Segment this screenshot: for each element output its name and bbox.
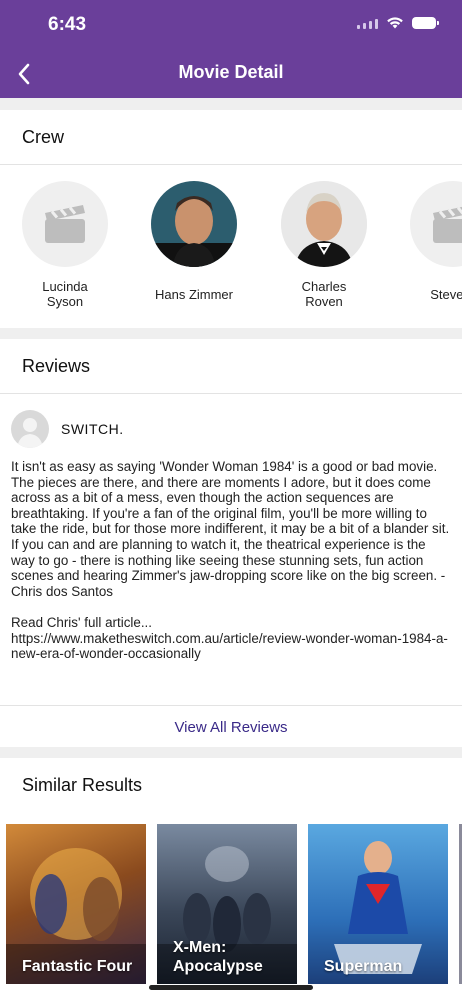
crew-name: Lucinda Syson bbox=[42, 279, 88, 309]
status-icons bbox=[357, 16, 439, 29]
crew-name: Hans Zimmer bbox=[154, 287, 233, 302]
clapperboard-icon bbox=[45, 205, 85, 243]
similar-title: Superman bbox=[324, 958, 403, 975]
reviews-section: Reviews SWITCH. It isn't as easy as sayi… bbox=[0, 339, 462, 747]
similar-poster[interactable]: Fantastic Four bbox=[6, 824, 146, 984]
reviews-heading: Reviews bbox=[0, 339, 462, 394]
crew-member[interactable]: Hans Zimmer bbox=[136, 181, 252, 302]
page-title: Movie Detail bbox=[178, 62, 284, 82]
review-author-name: SWITCH. bbox=[61, 421, 124, 437]
person-placeholder-icon bbox=[17, 418, 43, 448]
similar-title: X-Men: Apocalypse bbox=[173, 939, 263, 975]
portrait-photo bbox=[281, 181, 367, 267]
review-text: It isn't as easy as saying 'Wonder Woman… bbox=[11, 459, 450, 662]
similar-poster[interactable]: X-Men: Apocalypse bbox=[157, 824, 297, 984]
wifi-icon bbox=[387, 17, 403, 29]
crew-member[interactable]: Steve P bbox=[395, 181, 462, 302]
review-item: SWITCH. It isn't as easy as saying 'Wond… bbox=[0, 394, 462, 672]
home-indicator[interactable] bbox=[149, 985, 313, 990]
crew-list[interactable]: Lucinda Syson Hans Zimmer Charles Roven … bbox=[0, 165, 462, 325]
similar-title: Fantastic Four bbox=[22, 958, 133, 975]
similar-poster[interactable]: Superman bbox=[308, 824, 448, 984]
similar-list[interactable]: Fantastic Four X-Men: Apocalypse Superma… bbox=[0, 814, 462, 994]
avatar bbox=[11, 410, 49, 448]
clapperboard-icon bbox=[433, 206, 462, 243]
crew-member[interactable]: Lucinda Syson bbox=[7, 181, 123, 309]
nav-bar: Movie Detail bbox=[0, 50, 462, 98]
crew-name: Charles Roven bbox=[301, 279, 347, 309]
crew-avatar-placeholder bbox=[22, 181, 108, 267]
crew-avatar-photo bbox=[151, 181, 237, 267]
crew-avatar-photo bbox=[281, 181, 367, 267]
portrait-photo bbox=[151, 181, 237, 267]
review-author: SWITCH. bbox=[11, 410, 451, 448]
crew-section: Crew Lucinda Syson Hans Zimmer Charles R… bbox=[0, 110, 462, 328]
status-bar: 6:43 bbox=[0, 0, 462, 50]
similar-heading: Similar Results bbox=[22, 774, 143, 795]
cellular-signal-icon bbox=[357, 17, 378, 29]
similar-section: Similar Results Fantastic Four X-Men: Ap… bbox=[0, 758, 462, 1000]
view-all-reviews-button[interactable]: View All Reviews bbox=[0, 705, 462, 748]
crew-member[interactable]: Charles Roven bbox=[266, 181, 382, 309]
crew-heading: Crew bbox=[0, 110, 462, 165]
crew-name: Steve P bbox=[430, 287, 462, 302]
status-time: 6:43 bbox=[48, 14, 87, 35]
battery-icon bbox=[412, 16, 439, 29]
crew-avatar-placeholder bbox=[410, 181, 462, 267]
